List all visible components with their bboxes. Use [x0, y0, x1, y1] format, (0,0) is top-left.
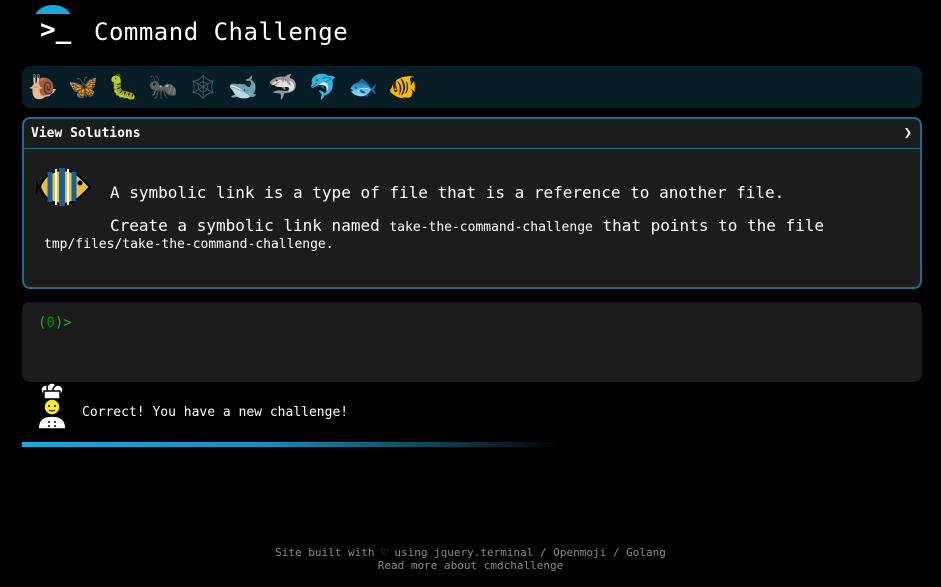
task-suffix: that points to the file [592, 216, 825, 235]
challenge-task-path: tmp/files/take-the-command-challenge. [44, 237, 334, 252]
jquery-terminal-link[interactable]: jquery.terminal [434, 546, 533, 559]
footer: Site built with ♡ using jquery.terminal … [0, 546, 941, 572]
cmdchallenge-link[interactable]: cmdchallenge [484, 559, 563, 572]
prompt-close: )> [54, 315, 72, 331]
ant-icon[interactable]: 🐜 [146, 70, 180, 104]
view-solutions-toggle[interactable]: View Solutions ❯ [24, 119, 920, 149]
challenge-panel: View Solutions ❯ A symbolic link is a ty… [22, 117, 922, 289]
fish-icon[interactable]: 🐟 [346, 70, 380, 104]
footer-sep-2: / [606, 546, 627, 559]
butterfly-icon[interactable]: 🦋 [66, 70, 100, 104]
task-prefix: Create a symbolic link named [110, 216, 390, 235]
snail-icon[interactable]: 🐌 [26, 70, 60, 104]
level-bar: 🐌 🦋 🐛 🐜 🕸 🐋 🦈 🐬 🐟 🐠 [22, 66, 922, 108]
footer-line-2: Read more about cmdchallenge [0, 559, 941, 572]
shark-icon[interactable]: 🦈 [266, 70, 300, 104]
tropical-fish-icon [36, 168, 92, 206]
terminal-logo-icon[interactable]: >_ [30, 4, 74, 52]
challenge-description: A symbolic link is a type of file that i… [110, 183, 785, 202]
chef-icon [37, 383, 67, 430]
dolphin-icon[interactable]: 🐬 [306, 70, 340, 104]
whale-icon[interactable]: 🐋 [226, 70, 260, 104]
prompt-count: 0 [46, 315, 55, 331]
tropical-fish-icon[interactable]: 🐠 [386, 70, 420, 104]
footer-read-more: Read more about [377, 559, 484, 572]
page-title: Command Challenge [94, 18, 349, 46]
progress-bar [22, 442, 562, 447]
heart-icon: ♡ [381, 546, 388, 559]
header: >_ Command Challenge [22, 0, 622, 60]
status-message: Correct! You have a new challenge! [82, 405, 349, 420]
terminal-input[interactable]: (0)> [22, 302, 922, 382]
caterpillar-icon[interactable]: 🐛 [106, 70, 140, 104]
golang-link[interactable]: Golang [626, 546, 666, 559]
chevron-right-icon: ❯ [903, 125, 912, 141]
view-solutions-label: View Solutions [31, 126, 141, 141]
footer-prefix: Site built with [275, 546, 382, 559]
link-name-code: take-the-command-challenge [389, 220, 593, 235]
terminal-prompt: (0)> [38, 315, 72, 331]
footer-line-1: Site built with ♡ using jquery.terminal … [0, 546, 941, 559]
footer-sep-1: / [533, 546, 554, 559]
challenge-task: Create a symbolic link named take-the-co… [110, 216, 824, 235]
spider-web-icon[interactable]: 🕸 [186, 70, 220, 104]
footer-using: using [387, 546, 435, 559]
logo-prompt: >_ [40, 15, 72, 45]
path-suffix: . [325, 237, 334, 252]
target-path-code: tmp/files/take-the-command-challenge [44, 237, 326, 252]
openmoji-link[interactable]: Openmoji [553, 546, 606, 559]
